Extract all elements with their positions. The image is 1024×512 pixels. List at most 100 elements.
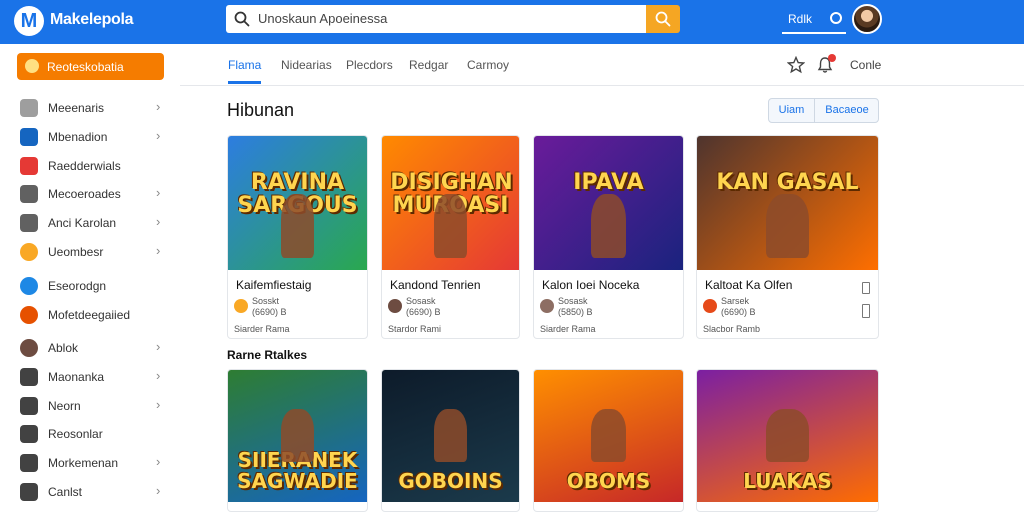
sidebar-item-8[interactable]: Mofetdeegaiied: [0, 303, 180, 327]
game-card[interactable]: KAN GASAL Kaltoat Ka Olfen Sarsek (6690) B S…: [696, 135, 879, 339]
view-toggle-option-2[interactable]: Bacaeoe: [815, 99, 879, 122]
game-card[interactable]: DISIGHAN MUROASI Kandond Tenrien Sosask(66…: [381, 135, 520, 339]
sidebar-item-3[interactable]: Raedderwials: [0, 154, 180, 178]
tag-icon: [20, 368, 38, 386]
promo-button[interactable]: Reoteskobatia: [17, 53, 164, 80]
game-cover-image[interactable]: OBOMS: [534, 370, 683, 502]
game-name[interactable]: Kalon Ioei Noceka: [542, 278, 639, 292]
promo-button-label: Reoteskobatia: [47, 60, 124, 74]
search-button[interactable]: [646, 5, 680, 33]
search-icon: [234, 11, 250, 27]
chevron-right-icon: ›: [156, 99, 161, 114]
section2-title: Rarne Rtalkes: [227, 348, 308, 362]
sidebar-item-1[interactable]: Meeenaris ›: [0, 96, 180, 120]
sidebar-item-5[interactable]: Anci Karolan ›: [0, 211, 180, 235]
publisher-icon: [388, 299, 402, 313]
favorite-star-icon[interactable]: [787, 56, 805, 74]
sidebar-item-11[interactable]: Neorn ›: [0, 394, 180, 418]
game-card[interactable]: OBOMS: [533, 369, 684, 512]
game-cover-title: IPAVA: [573, 169, 644, 195]
game-cover-image[interactable]: IPAVA: [534, 136, 683, 270]
top-bar: M Makelepola Unoskaun Apoeinessa Rdlk: [0, 0, 1024, 44]
game-cover-title: OBOMS: [566, 469, 651, 493]
globe-icon: [20, 277, 38, 295]
sidebar-item-label: Morkemenan: [48, 456, 119, 470]
view-toggle-option-1[interactable]: Uiam: [769, 99, 815, 122]
bookmark-icon[interactable]: [862, 282, 870, 294]
sidebar-item-12[interactable]: Reosonlar: [0, 422, 180, 446]
nav-tab-4[interactable]: Redgar: [409, 56, 448, 84]
chevron-right-icon: ›: [156, 454, 161, 469]
game-name[interactable]: Kaifemfiestaig: [236, 278, 311, 292]
sidebar-item-label: Mofetdeegaiied: [48, 308, 131, 322]
sidebar-item-6[interactable]: Ueombesr ›: [0, 240, 180, 264]
game-cover-image[interactable]: GOBOINS: [382, 370, 519, 502]
game-publisher: Sosskt: [252, 296, 280, 306]
game-card[interactable]: GOBOINS: [381, 369, 520, 512]
game-character-illustration: [590, 409, 627, 462]
game-character-illustration: [590, 193, 627, 258]
game-card[interactable]: LUAKAS: [696, 369, 879, 512]
nav-tab-3[interactable]: Plecdors: [346, 56, 393, 84]
sidebar-item-9[interactable]: Ablok ›: [0, 336, 180, 360]
person-icon: [20, 425, 38, 443]
game-category: Slacbor Ramb: [703, 324, 761, 334]
save-icon[interactable]: [862, 304, 870, 318]
search-input-value: Unoskaun Apoeinessa: [258, 11, 388, 26]
sidebar-item-label: Ueombesr: [48, 245, 104, 259]
sidebar-item-2[interactable]: Mbenadion ›: [0, 125, 180, 149]
game-card[interactable]: SIIERANEK SAGWADIE: [227, 369, 368, 512]
game-rating: (6690) B: [721, 307, 756, 317]
sidebar-item-label: Ablok: [48, 341, 79, 355]
user-avatar[interactable]: [852, 4, 882, 34]
mask-icon: [20, 306, 38, 324]
chevron-right-icon: ›: [156, 483, 161, 498]
top-account-link[interactable]: Rdlk: [782, 8, 846, 34]
sidebar-item-13[interactable]: Morkemenan ›: [0, 451, 180, 475]
nav-tab-5[interactable]: Carmoy: [467, 56, 509, 84]
gamepad-icon: [20, 185, 38, 203]
search-input[interactable]: Unoskaun Apoeinessa: [226, 5, 646, 33]
view-toggle[interactable]: Uiam Bacaeoe: [768, 98, 879, 123]
promo-icon: [25, 59, 39, 73]
chevron-right-icon: ›: [156, 128, 161, 143]
chevron-right-icon: ›: [156, 339, 161, 354]
game-cover-image[interactable]: DISIGHAN MUROASI: [382, 136, 519, 270]
game-character-illustration: [434, 193, 467, 258]
game-name[interactable]: Kaltoat Ka Olfen: [705, 278, 792, 292]
sidebar: Reoteskobatia Meeenaris › Mbenadion › Raedde…: [0, 44, 180, 512]
publisher-icon: [540, 299, 554, 313]
game-name[interactable]: Kandond Tenrien: [390, 278, 481, 292]
game-cover-image[interactable]: KAN GASAL: [697, 136, 878, 270]
game-cover-image[interactable]: RAVINA SARGOUS: [228, 136, 367, 270]
nav-tab-1[interactable]: Flama: [228, 56, 262, 84]
game-character-illustration: [765, 409, 810, 462]
app-name[interactable]: Makelepola: [50, 11, 134, 29]
top-account-link-label: Rdlk: [788, 12, 813, 26]
sidebar-item-label: Canlst: [48, 485, 83, 499]
sidebar-item-7[interactable]: Eseorodgn: [0, 274, 180, 298]
sidebar-item-label: Eseorodgn: [48, 279, 107, 293]
chevron-right-icon: ›: [156, 397, 161, 412]
game-card[interactable]: IPAVA Kalon Ioei Noceka Sosask (5850) B Siar…: [533, 135, 684, 339]
game-cover-image[interactable]: LUAKAS: [697, 370, 878, 502]
sidebar-item-10[interactable]: Maonanka ›: [0, 365, 180, 389]
game-card[interactable]: RAVINA SARGOUS Kaifemfiestaig Sosskt(6690)…: [227, 135, 368, 339]
game-cover-image[interactable]: SIIERANEK SAGWADIE: [228, 370, 367, 502]
nav-tab-2[interactable]: Nidearias: [281, 56, 332, 84]
nav-divider: [180, 85, 1024, 86]
notification-badge: [828, 54, 836, 62]
section-title: Hibunan: [227, 100, 295, 120]
sidebar-item-14[interactable]: Canlst ›: [0, 480, 180, 504]
sidebar-item-label: Anci Karolan: [48, 216, 117, 230]
app-logo-icon[interactable]: M: [14, 6, 44, 36]
chevron-right-icon: ›: [156, 368, 161, 383]
header-right-link[interactable]: Conle: [850, 58, 881, 72]
coin-icon: [20, 243, 38, 261]
game-cover-title: LUAKAS: [743, 469, 832, 493]
game-publisher: Sosask: [558, 296, 588, 306]
list-icon: [20, 483, 38, 501]
game-category: Siarder Rama: [540, 324, 596, 334]
sidebar-item-label: Mbenadion: [48, 130, 108, 144]
sidebar-item-4[interactable]: Mecoeroades ›: [0, 182, 180, 206]
